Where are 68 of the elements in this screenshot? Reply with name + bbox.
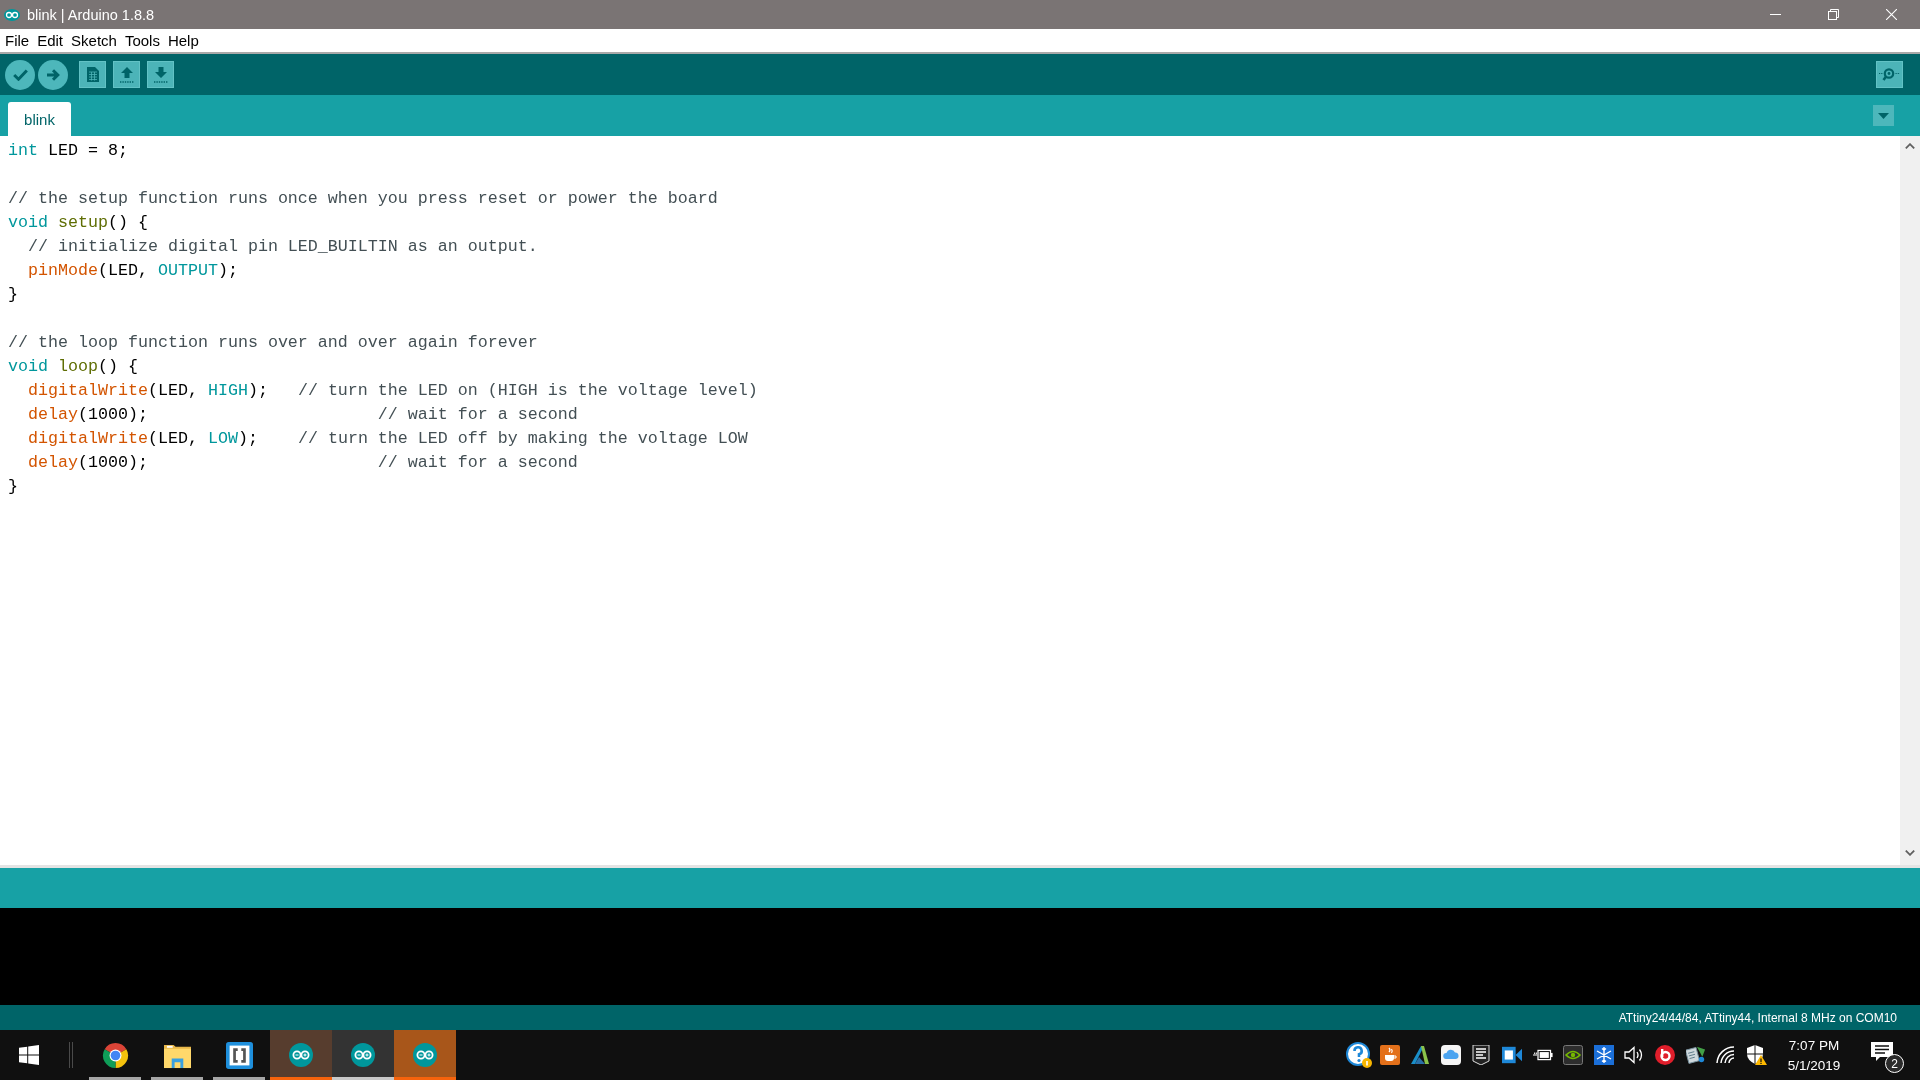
video-camera-icon[interactable] — [1501, 1045, 1522, 1065]
notification-icon[interactable] — [1871, 1042, 1893, 1062]
windows-logo-icon — [19, 1045, 39, 1065]
minimize-icon — [1769, 14, 1781, 15]
infinity-logo-icon — [351, 1043, 375, 1067]
tab[interactable]: blink — [8, 102, 71, 136]
window-title: blink | Arduino 1.8.8 — [27, 6, 155, 23]
infinity-logo-icon — [4, 8, 20, 21]
notification-count: 2 — [1885, 1054, 1904, 1073]
code-line: // the setup function runs once when you press reset or power the board — [8, 188, 718, 210]
arrow-down-icon — [153, 66, 168, 83]
code-line: delay(1000); // wait for a second — [27, 452, 578, 474]
cloud-icon[interactable] — [1440, 1045, 1461, 1065]
coffee-cup-icon[interactable] — [1379, 1045, 1400, 1065]
ring-logo-icon[interactable] — [1654, 1045, 1675, 1065]
menu-item[interactable]: Sketch — [68, 30, 120, 51]
code-line: // initialize digital pin LED_BUILTIN as an output. — [27, 236, 538, 258]
verify-button[interactable] — [5, 59, 35, 90]
serial-monitor-button[interactable] — [1876, 61, 1903, 88]
checkmark-icon — [12, 68, 28, 81]
code-line: } — [8, 284, 18, 306]
magnifier-icon — [1879, 68, 1900, 81]
code-line: digitalWrite(LED, HIGH); // turn the LED on (HIGH is the voltage level) — [27, 380, 758, 402]
code-line: // the loop function runs over and over again forever — [8, 332, 538, 354]
menu-item[interactable]: Help — [164, 30, 202, 51]
close-icon — [1885, 9, 1897, 20]
chevron-down-icon[interactable] — [1905, 850, 1915, 856]
clock[interactable]: 7:07 PM 5/1/2019 — [1772, 1030, 1856, 1080]
infinity-logo-icon — [289, 1043, 313, 1067]
shield-warning-icon[interactable] — [1746, 1045, 1767, 1065]
code-line: digitalWrite(LED, LOW); // turn the LED off by making the voltage LOW — [27, 428, 748, 450]
caret-icon — [1878, 112, 1889, 119]
open-button[interactable] — [113, 61, 140, 88]
document-icon — [86, 67, 99, 82]
code-line: delay(1000); // wait for a second — [27, 404, 578, 426]
taskbar-button[interactable] — [270, 1030, 332, 1080]
devices-icon[interactable] — [1685, 1045, 1706, 1065]
taskbar-button[interactable] — [332, 1030, 394, 1080]
triangle-logo-icon[interactable] — [1410, 1045, 1431, 1065]
menu-item[interactable]: Tools — [121, 30, 163, 51]
snowflake-icon[interactable] — [1593, 1045, 1614, 1065]
shield-logo-icon[interactable] — [1471, 1045, 1492, 1065]
brackets-icon — [225, 1041, 253, 1069]
code-line: pinMode(LED, OUTPUT); — [27, 260, 238, 282]
menu-item[interactable]: Edit — [34, 30, 67, 51]
arrow-right-icon — [46, 68, 60, 81]
arrow-up-icon — [119, 66, 134, 83]
board-info: ATtiny24/44/84, ATtiny44, Internal 8 MHz on COM10 — [1618, 1010, 1897, 1025]
code-line: void loop() { — [8, 356, 138, 378]
chrome-icon — [101, 1041, 129, 1069]
menu-item[interactable]: File — [2, 30, 33, 51]
wifi-icon[interactable] — [1716, 1045, 1737, 1065]
clock-time: 7:07 PM — [1788, 1037, 1840, 1053]
new-button[interactable] — [79, 61, 106, 88]
restore-icon — [1827, 9, 1839, 20]
help-icon[interactable] — [1346, 1042, 1372, 1068]
code-line: } — [8, 476, 18, 498]
scrollbar[interactable] — [1900, 136, 1920, 865]
code-line: void setup() { — [8, 212, 148, 234]
chevron-up-icon[interactable] — [1905, 143, 1915, 149]
infinity-logo-icon — [413, 1043, 437, 1067]
clock-date: 5/1/2019 — [1787, 1057, 1841, 1073]
speaker-icon[interactable] — [1624, 1045, 1645, 1065]
save-button[interactable] — [147, 61, 174, 88]
upload-button[interactable] — [38, 59, 68, 90]
eye-logo-icon[interactable] — [1563, 1045, 1584, 1065]
code-line: int LED = 8; — [8, 140, 128, 162]
tab-menu-button[interactable] — [1873, 105, 1894, 126]
